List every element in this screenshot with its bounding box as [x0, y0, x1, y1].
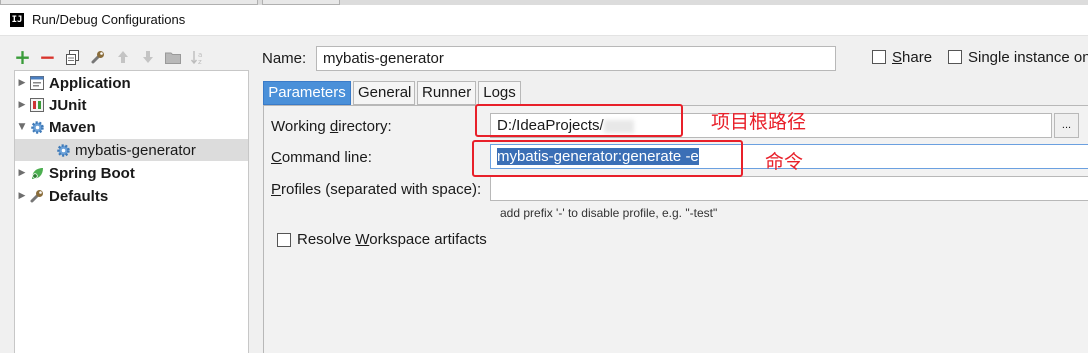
browse-button[interactable]: ...	[1054, 113, 1079, 138]
profiles-label: Profiles (separated with space):	[271, 181, 482, 198]
name-input[interactable]: mybatis-generator	[316, 46, 836, 71]
spring-boot-icon	[29, 165, 45, 181]
add-icon[interactable]: +	[14, 47, 31, 67]
working-directory-label: Working directory:	[271, 118, 392, 135]
annotation-project-root: 项目根路径	[711, 111, 807, 133]
profiles-input[interactable]	[490, 176, 1088, 201]
move-down-icon[interactable]	[139, 49, 156, 66]
annotation-command: 命令	[765, 151, 804, 173]
tree-item-label: Application	[49, 74, 131, 92]
tab-runner[interactable]: Runner	[417, 81, 476, 105]
sort-icon[interactable]: az	[189, 49, 206, 66]
tree-item-label: Defaults	[49, 187, 109, 205]
svg-text:z: z	[198, 58, 202, 65]
expand-arrow-icon[interactable]: ▶	[15, 191, 29, 201]
window-title: Run/Debug Configurations	[32, 12, 186, 27]
tree-item-label: mybatis-generator	[75, 141, 196, 159]
tab-logs[interactable]: Logs	[478, 81, 521, 105]
tree-item-defaults[interactable]: ▶ Defaults	[15, 185, 248, 207]
collapse-arrow-icon[interactable]: ▼	[15, 122, 29, 132]
intellij-app-icon: IJ	[10, 13, 24, 27]
share-label: Share	[892, 49, 933, 66]
name-label: Name:	[262, 50, 307, 67]
config-toolbar: + − az	[14, 46, 206, 68]
tree-item-label: JUnit	[49, 96, 87, 114]
command-line-label: Command line:	[271, 149, 372, 166]
wrench-icon[interactable]	[89, 49, 106, 66]
expand-arrow-icon[interactable]: ▶	[15, 100, 29, 110]
maven-gear-icon	[55, 142, 71, 158]
config-editor: Name: mybatis-generator Share Single ins…	[250, 36, 1088, 353]
expand-arrow-icon[interactable]: ▶	[15, 168, 29, 178]
copy-icon[interactable]	[64, 49, 81, 66]
profiles-hint: add prefix '-' to disable profile, e.g. …	[500, 206, 718, 220]
tab-parameters[interactable]: Parameters	[263, 81, 351, 105]
resolve-workspace-checkbox[interactable]	[277, 233, 291, 247]
tree-item-mybatis-generator[interactable]: mybatis-generator	[15, 139, 248, 161]
application-icon	[29, 75, 45, 91]
single-instance-checkbox[interactable]	[948, 50, 962, 64]
resolve-workspace-label: Resolve Workspace artifacts	[297, 231, 487, 248]
tree-item-junit[interactable]: ▶ JUnit	[15, 94, 248, 116]
tab-general[interactable]: General	[353, 81, 415, 105]
maven-gear-icon	[29, 119, 45, 135]
move-up-icon[interactable]	[114, 49, 131, 66]
share-checkbox[interactable]	[872, 50, 886, 64]
tree-item-label: Spring Boot	[49, 164, 135, 182]
expand-arrow-icon[interactable]: ▶	[15, 78, 29, 88]
tree-item-maven[interactable]: ▼ Maven	[15, 116, 248, 138]
single-instance-label: Single instance only	[968, 49, 1088, 66]
junit-icon	[29, 97, 45, 113]
configuration-tree: ▶ Application ▶ JUnit ▼ Maven mybatis-ge…	[14, 70, 249, 353]
wrench-icon	[29, 188, 45, 204]
title-bar: IJ Run/Debug Configurations	[0, 5, 1088, 36]
folder-icon[interactable]	[164, 49, 181, 66]
tree-item-label: Maven	[49, 118, 96, 136]
annotation-box-working-dir	[475, 104, 683, 137]
annotation-box-command	[472, 140, 743, 177]
tree-item-application[interactable]: ▶ Application	[15, 72, 248, 94]
tree-item-spring-boot[interactable]: ▶ Spring Boot	[15, 162, 248, 184]
remove-icon[interactable]: −	[39, 47, 56, 67]
